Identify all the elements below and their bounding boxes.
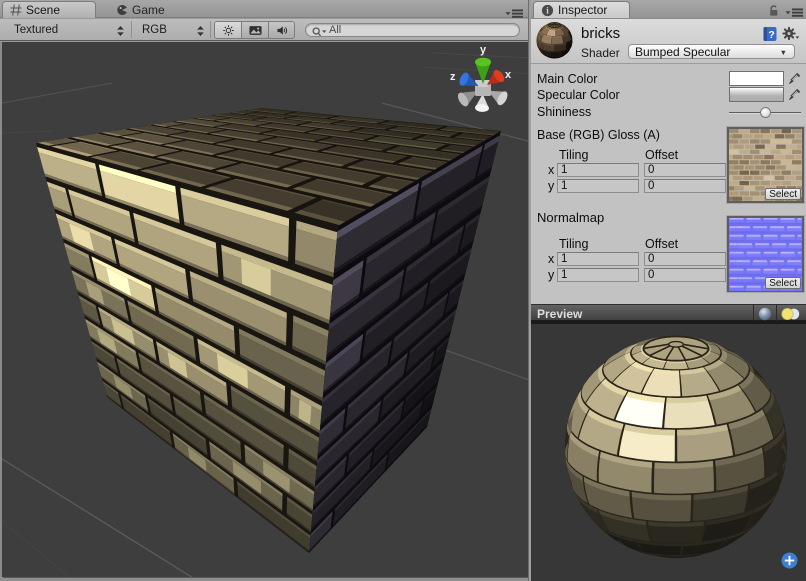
svg-text:?: ? <box>768 29 774 41</box>
svg-text:x: x <box>505 69 512 81</box>
svg-text:z: z <box>450 71 456 83</box>
svg-text:y: y <box>480 44 487 56</box>
